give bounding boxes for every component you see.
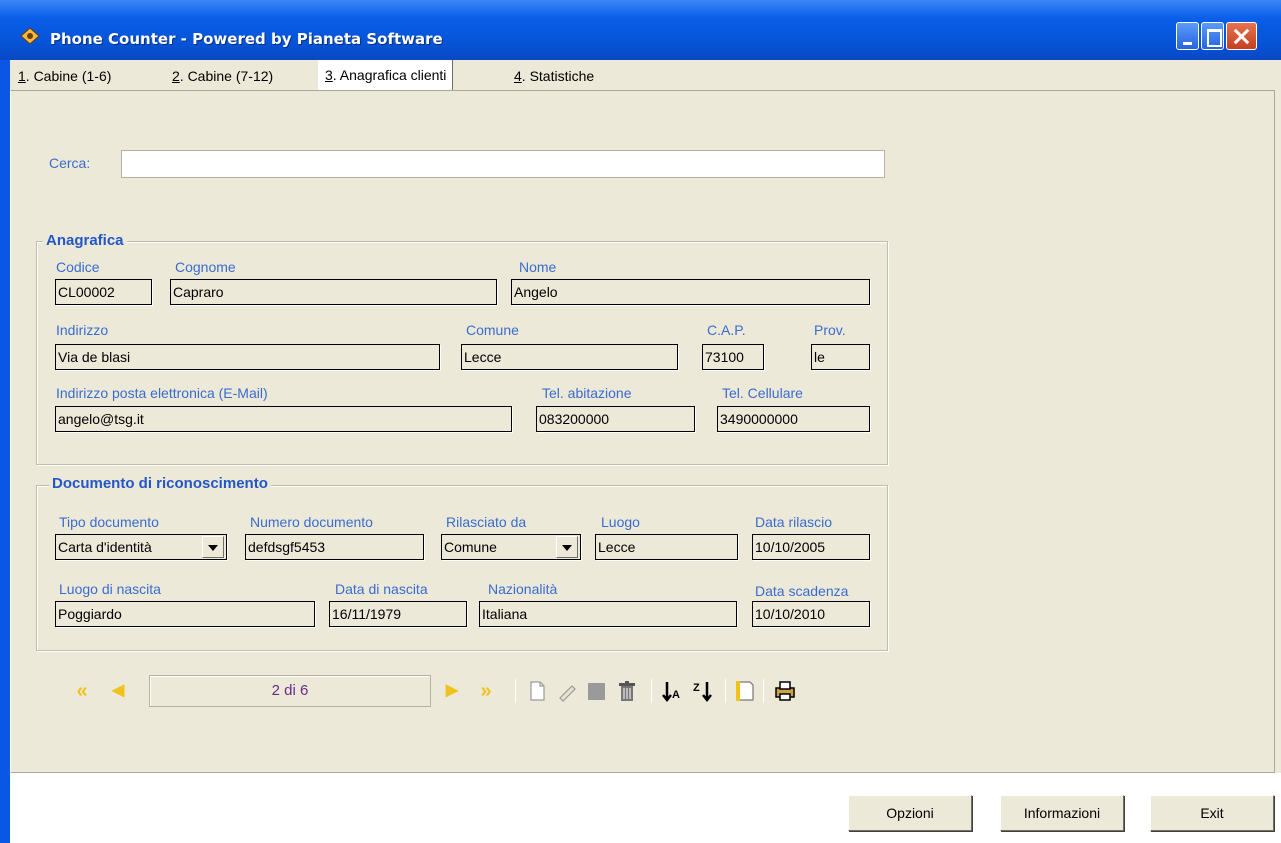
new-record-icon[interactable] [525, 679, 549, 703]
email-label: Indirizzo posta elettronica (E-Mail) [56, 385, 268, 401]
search-label: Cerca: [49, 155, 91, 171]
tipo-documento-label: Tipo documento [59, 514, 159, 530]
tab-mnemonic: 2 [172, 68, 180, 84]
data-nascita-field[interactable]: 16/11/1979 [329, 601, 467, 627]
toolbar-separator [725, 679, 726, 703]
rilasciato-da-label: Rilasciato da [446, 514, 527, 530]
data-nascita-label: Data di nascita [335, 581, 428, 597]
opzioni-button[interactable]: Opzioni [848, 795, 972, 831]
record-navigator: « ◀ 2 di 6 ▶ » A Z [69, 671, 859, 711]
toolbar-separator [515, 679, 516, 703]
prov-label: Prov. [814, 322, 846, 338]
nazionalita-label: Nazionalità [488, 581, 558, 597]
tel-abitazione-field[interactable]: 083200000 [536, 406, 695, 432]
anagrafica-group-title: Anagrafica [43, 232, 127, 249]
cognome-field[interactable]: Capraro [170, 279, 497, 305]
tab-cabine-1-6[interactable]: 1. Cabine (1-6) [12, 62, 117, 90]
svg-text:A: A [672, 689, 680, 701]
tab-label: . Anagrafica clienti [332, 67, 447, 83]
toolbar-separator [763, 679, 764, 703]
luogo-field[interactable]: Lecce [595, 534, 738, 560]
documento-group-title: Documento di riconoscimento [49, 475, 271, 492]
tipo-documento-combo[interactable]: Carta d'identità [55, 534, 227, 560]
tab-mnemonic: 3 [325, 67, 333, 83]
save-record-icon[interactable] [585, 679, 609, 703]
tab-label: . Cabine (1-6) [25, 68, 112, 84]
cognome-label: Cognome [175, 259, 236, 275]
delete-record-icon[interactable] [615, 679, 639, 703]
window-title: Phone Counter - Powered by Pianeta Softw… [50, 30, 443, 48]
dropdown-arrow-icon[interactable] [556, 536, 578, 558]
record-indicator: 2 di 6 [149, 675, 431, 707]
tab-mnemonic: 4 [514, 68, 522, 84]
tab-bar: 1. Cabine (1-6) 2. Cabine (7-12) 3. Anag… [10, 60, 1281, 92]
toolbar-separator [651, 679, 652, 703]
luogo-label: Luogo [601, 514, 640, 530]
title-bar[interactable]: Phone Counter - Powered by Pianeta Softw… [0, 0, 1281, 60]
data-rilascio-field[interactable]: 10/10/2005 [752, 534, 870, 560]
nome-label: Nome [519, 259, 557, 275]
maximize-button[interactable] [1201, 22, 1224, 50]
bookmark-icon[interactable] [733, 679, 757, 703]
email-field[interactable]: angelo@tsg.it [55, 406, 512, 432]
codice-field[interactable]: CL00002 [55, 279, 152, 305]
luogo-nascita-field[interactable]: Poggiardo [55, 601, 315, 627]
minimize-button[interactable] [1176, 22, 1199, 50]
cap-field[interactable]: 73100 [702, 344, 764, 370]
next-record-icon[interactable]: ▶ [439, 677, 465, 705]
first-record-icon[interactable]: « [69, 677, 95, 705]
tab-statistiche[interactable]: 4. Statistiche [508, 62, 600, 90]
sort-descending-icon[interactable]: Z [691, 679, 715, 703]
nazionalita-field[interactable]: Italiana [479, 601, 737, 627]
data-scadenza-field[interactable]: 10/10/2010 [752, 601, 870, 627]
rilasciato-da-combo[interactable]: Comune [441, 534, 581, 560]
prov-field[interactable]: le [811, 344, 870, 370]
bottom-button-bar: Opzioni Informazioni Exit [10, 773, 1281, 843]
tab-page-anagrafica: Cerca: Anagrafica Codice CL00002 Cognome… [10, 90, 1275, 773]
rilasciato-da-value: Comune [444, 539, 497, 555]
svg-text:Z: Z [693, 682, 700, 694]
sort-ascending-icon[interactable]: A [661, 679, 685, 703]
edit-record-icon[interactable] [555, 679, 579, 703]
exit-button[interactable]: Exit [1150, 795, 1274, 831]
search-input[interactable] [121, 150, 885, 178]
tab-label: . Cabine (7-12) [179, 68, 274, 84]
data-rilascio-label: Data rilascio [755, 514, 833, 530]
close-button[interactable] [1226, 22, 1257, 50]
tipo-documento-value: Carta d'identità [58, 539, 152, 555]
indirizzo-label: Indirizzo [56, 322, 109, 338]
cap-label: C.A.P. [707, 322, 746, 338]
informazioni-button[interactable]: Informazioni [1000, 795, 1124, 831]
numero-documento-label: Numero documento [250, 514, 373, 530]
numero-documento-field[interactable]: defdsgf5453 [245, 534, 424, 560]
tab-cabine-7-12[interactable]: 2. Cabine (7-12) [166, 62, 279, 90]
nome-field[interactable]: Angelo [511, 279, 870, 305]
comune-field[interactable]: Lecce [461, 344, 678, 370]
tel-cellulare-label: Tel. Cellulare [722, 385, 803, 401]
data-scadenza-label: Data scadenza [755, 583, 849, 599]
indirizzo-field[interactable]: Via de blasi [55, 344, 440, 370]
last-record-icon[interactable]: » [473, 677, 499, 705]
comune-label: Comune [466, 322, 519, 338]
previous-record-icon[interactable]: ◀ [105, 677, 131, 705]
dropdown-arrow-icon[interactable] [202, 536, 224, 558]
app-logo-icon [20, 27, 40, 45]
tel-cellulare-field[interactable]: 3490000000 [717, 406, 870, 432]
luogo-nascita-label: Luogo di nascita [59, 581, 161, 597]
app-window: Phone Counter - Powered by Pianeta Softw… [0, 0, 1281, 843]
tab-mnemonic: 1 [18, 68, 26, 84]
print-icon[interactable] [773, 679, 797, 703]
client-area: 1. Cabine (1-6) 2. Cabine (7-12) 3. Anag… [10, 60, 1281, 843]
codice-label: Codice [56, 259, 100, 275]
tab-anagrafica-clienti[interactable]: 3. Anagrafica clienti [318, 60, 454, 90]
tab-label: . Statistiche [521, 68, 595, 84]
tel-abitazione-label: Tel. abitazione [542, 385, 632, 401]
